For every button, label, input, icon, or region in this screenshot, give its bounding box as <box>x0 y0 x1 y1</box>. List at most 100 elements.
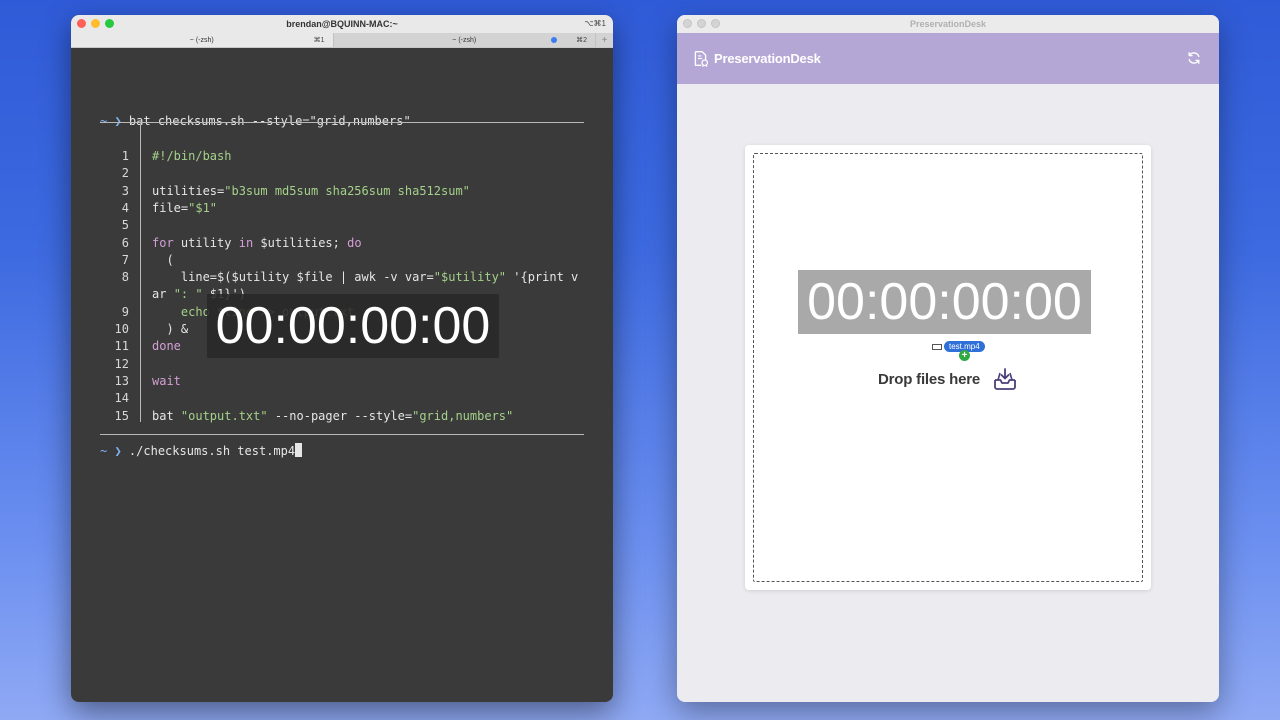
new-tab-button[interactable]: + <box>595 33 613 47</box>
upload-card: 00:00:00:00 Drop files here test.mp4 + <box>745 145 1151 590</box>
drop-label: Drop files here <box>877 370 981 388</box>
code-line: 5 <box>71 218 611 235</box>
code-token: bat <box>152 409 181 423</box>
activity-dot-icon <box>551 37 557 43</box>
line-number: 7 <box>121 253 129 267</box>
text-cursor <box>295 443 303 457</box>
minimize-button[interactable] <box>91 19 100 28</box>
zoom-button[interactable] <box>711 19 720 28</box>
code-line: 1 #!/bin/bash <box>71 149 611 166</box>
tab-label: ~ (-zsh) <box>189 36 214 44</box>
tab-label: ~ (-zsh) <box>452 36 477 44</box>
timecode-overlay: 00:00:00:00 <box>798 270 1091 334</box>
code-token: do <box>347 236 362 250</box>
app-brand: PreservationDesk <box>714 51 821 66</box>
terminal-output[interactable]: ~ ❯ bat checksums.sh --style="grid,numbe… <box>71 48 613 702</box>
code-token: file= <box>152 201 189 215</box>
code-text: #!/bin/bash <box>152 149 232 163</box>
code-text: utilities="b3sum md5sum sha256sum sha512… <box>152 184 470 198</box>
line-number: 15 <box>114 409 129 423</box>
terminal-titlebar[interactable]: brendan@BQUINN-MAC:~ ⌥⌘1 <box>71 15 613 33</box>
app-header: PreservationDesk <box>677 33 1219 84</box>
prompt-symbol: ~ ❯ <box>100 444 122 458</box>
code-token: "grid,numbers" <box>412 409 514 423</box>
line-number: 14 <box>114 391 129 405</box>
prompt-symbol: ~ ❯ <box>100 114 122 128</box>
command-text: bat checksums.sh --style="grid,numbers" <box>128 114 411 128</box>
grid-bottom-rule <box>100 434 584 435</box>
line-number: 5 <box>121 218 129 232</box>
code-token: utilities= <box>152 184 225 198</box>
file-thumbnail-icon <box>932 343 942 350</box>
tab-shortcut: ⌘2 <box>576 37 587 44</box>
window-title: PreservationDesk <box>909 19 987 29</box>
code-line: 14 <box>71 391 611 408</box>
app-titlebar[interactable]: PreservationDesk <box>677 15 1219 33</box>
minimize-button[interactable] <box>697 19 706 28</box>
line-number: 4 <box>121 201 129 215</box>
preservationdesk-window[interactable]: PreservationDesk PreservationDesk 00:00:… <box>677 15 1219 702</box>
code-token: ar <box>152 287 174 301</box>
code-token: ": " <box>173 287 203 301</box>
code-token: "$1" <box>188 201 218 215</box>
code-token: "$utility" <box>433 270 507 284</box>
line-number: 8 <box>121 270 129 284</box>
code-text: for utility in $utilities; do <box>152 236 362 250</box>
terminal-tab-bar: ~ (-zsh) ⌘1 ~ (-zsh) ⌘2 + <box>71 33 613 48</box>
code-token: '{print v <box>506 270 579 284</box>
code-token: "output.txt" <box>180 409 268 423</box>
line-number: 10 <box>114 322 129 336</box>
grid-top-rule <box>100 122 584 123</box>
line-number: 6 <box>121 236 129 250</box>
code-token: "b3sum md5sum sha256sum sha512sum" <box>224 184 470 198</box>
code-line: 6 for utility in $utilities; do <box>71 236 611 253</box>
code-text: ) & <box>152 322 189 336</box>
code-text: bat "output.txt" --no-pager --style="gri… <box>152 409 513 423</box>
code-token: for <box>152 236 174 250</box>
line-number: 2 <box>121 166 129 180</box>
drop-zone[interactable]: 00:00:00:00 Drop files here test.mp4 + <box>753 153 1143 582</box>
code-text: done <box>152 339 181 353</box>
line-number: 1 <box>121 149 129 163</box>
code-line: 3 utilities="b3sum md5sum sha256sum sha51… <box>71 184 611 201</box>
line-number: 9 <box>121 305 129 319</box>
refresh-icon[interactable] <box>1186 50 1202 66</box>
code-line: 12 <box>71 357 611 374</box>
code-token: line=$($utility $file | awk -v var= <box>152 270 434 284</box>
code-text: ( <box>152 253 174 267</box>
code-token: $utilities; <box>253 236 348 250</box>
code-text: line=$($utility $file | awk -v var="$uti… <box>152 270 578 284</box>
command-text: ./checksums.sh test.mp4 <box>128 444 296 458</box>
line-number: 13 <box>114 374 129 388</box>
window-shortcut: ⌥⌘1 <box>584 19 606 28</box>
window-controls <box>77 19 114 28</box>
code-token: in <box>238 236 254 250</box>
terminal-tab-1[interactable]: ~ (-zsh) ⌘1 <box>71 33 333 47</box>
drop-prompt: Drop files here <box>754 366 1142 392</box>
code-token: --no-pager --style= <box>267 409 413 423</box>
terminal-title: brendan@BQUINN-MAC:~ <box>286 19 398 29</box>
code-line: 2 <box>71 166 611 183</box>
code-line: 15 bat "output.txt" --no-pager --style="g… <box>71 409 611 426</box>
close-button[interactable] <box>683 19 692 28</box>
code-text: wait <box>152 374 181 388</box>
dragged-file: test.mp4 + <box>932 341 985 361</box>
window-controls <box>683 19 720 28</box>
code-line: 4 file="$1" <box>71 201 611 218</box>
terminal-tab-2[interactable]: ~ (-zsh) ⌘2 <box>332 33 595 47</box>
timecode-overlay: 00:00:00:00 <box>207 294 499 358</box>
copy-plus-icon: + <box>959 350 970 361</box>
tab-shortcut: ⌘1 <box>313 37 325 44</box>
command-line-2[interactable]: ~ ❯ ./checksums.sh test.mp4 <box>100 443 303 458</box>
command-line-1: ~ ❯ bat checksums.sh --style="grid,numbe… <box>100 114 411 128</box>
document-badge-icon <box>694 51 709 67</box>
code-line: 8 line=$($utility $file | awk -v var="$u… <box>71 270 611 287</box>
line-number: 11 <box>114 339 129 353</box>
line-number: 3 <box>121 184 129 198</box>
line-number: 12 <box>114 357 129 371</box>
terminal-window[interactable]: brendan@BQUINN-MAC:~ ⌥⌘1 ~ (-zsh) ⌘1 ~ (… <box>71 15 613 702</box>
code-line: 13 wait <box>71 374 611 391</box>
close-button[interactable] <box>77 19 86 28</box>
zoom-button[interactable] <box>105 19 114 28</box>
code-text: file="$1" <box>152 201 217 215</box>
